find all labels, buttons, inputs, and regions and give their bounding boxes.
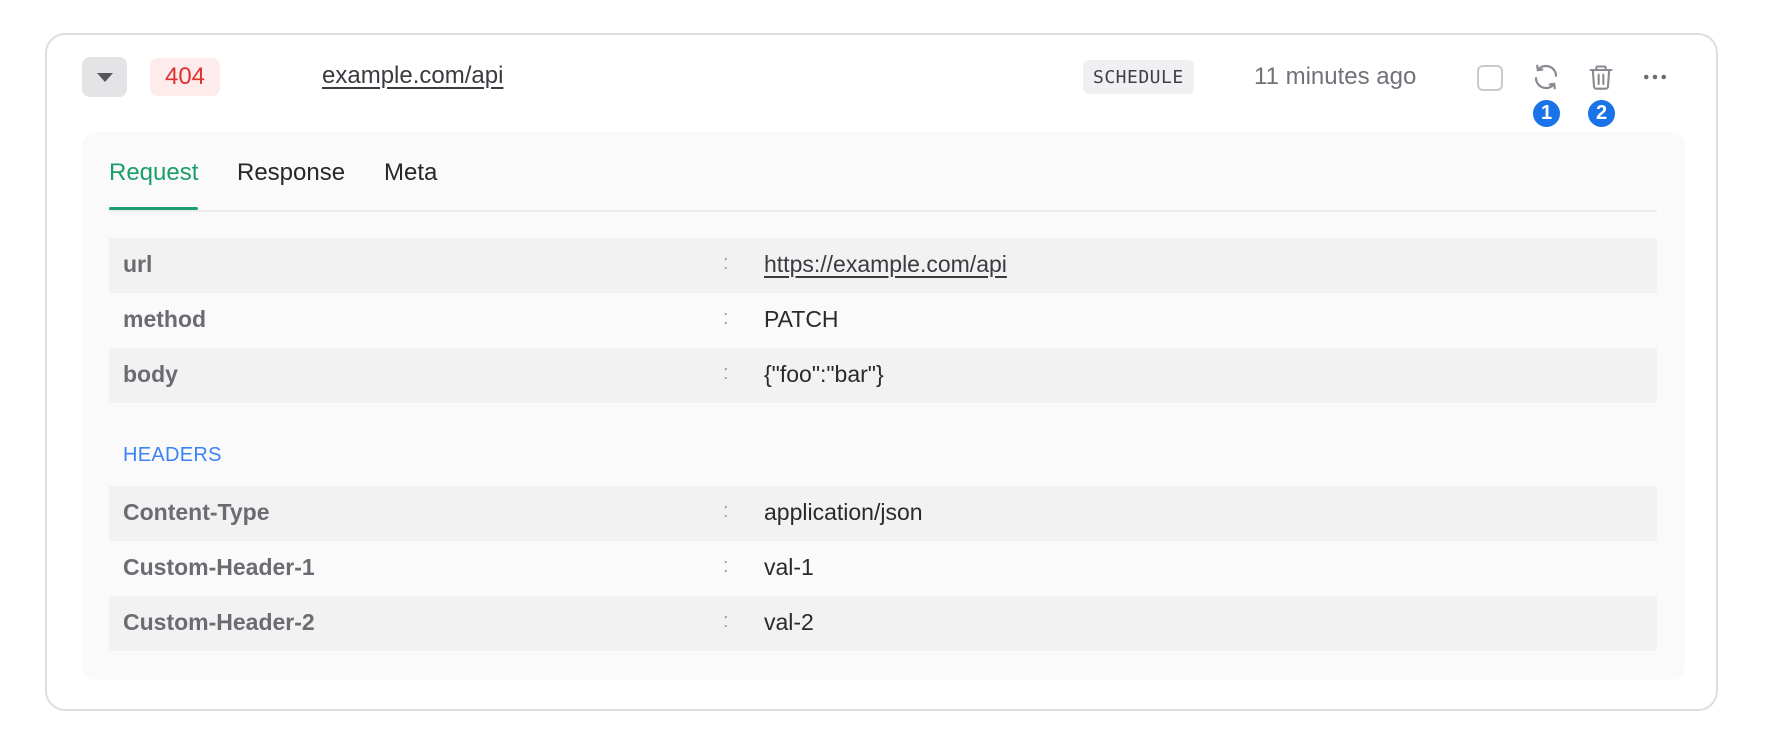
field-separator: : — [723, 362, 729, 384]
header-value: val-1 — [764, 554, 814, 580]
header-value: val-2 — [764, 609, 814, 635]
more-options-button[interactable] — [1637, 59, 1673, 95]
field-row-body: body : {"foo":"bar"} — [109, 348, 1657, 403]
ellipsis-icon — [1644, 74, 1666, 80]
field-separator: : — [723, 252, 729, 274]
header-key: Custom-Header-1 — [123, 554, 315, 580]
field-value: PATCH — [764, 306, 839, 332]
header-value: application/json — [764, 499, 923, 525]
refresh-icon — [1534, 64, 1558, 90]
field-key: method — [123, 306, 207, 332]
field-separator: : — [723, 307, 729, 329]
marker-badge-1: 1 — [1531, 98, 1562, 129]
details-panel: Request Response Meta url : https://exam… — [82, 132, 1685, 680]
tab-request[interactable]: Request — [109, 159, 199, 210]
header-row-custom-2: Custom-Header-2 : val-2 — [109, 596, 1657, 651]
delete-button[interactable] — [1583, 59, 1619, 95]
tab-bar: Request Response Meta — [109, 132, 1657, 212]
header-row-custom-1: Custom-Header-1 : val-1 — [109, 541, 1657, 596]
field-row-url: url : https://example.com/api — [109, 238, 1657, 293]
status-badge: 404 — [150, 58, 220, 96]
expand-toggle-button[interactable] — [82, 57, 127, 97]
log-header[interactable]: 404 example.com/api SCHEDULE 11 minutes … — [47, 35, 1716, 135]
header-key: Content-Type — [123, 499, 270, 525]
header-separator: : — [723, 610, 729, 632]
field-key: body — [123, 361, 178, 387]
type-badge: SCHEDULE — [1083, 60, 1194, 94]
header-key: Custom-Header-2 — [123, 609, 315, 635]
headers-section-label: HEADERS — [123, 444, 222, 466]
tab-response[interactable]: Response — [237, 159, 345, 187]
marker-badge-2: 2 — [1586, 98, 1617, 129]
field-value: {"foo":"bar"} — [764, 361, 884, 387]
caret-down-icon — [96, 72, 113, 82]
header-separator: : — [723, 555, 729, 577]
select-checkbox[interactable] — [1477, 65, 1503, 91]
timestamp: 11 minutes ago — [1254, 63, 1417, 90]
header-separator: : — [723, 500, 729, 522]
header-row-content-type: Content-Type : application/json — [109, 486, 1657, 541]
log-url-link[interactable]: example.com/api — [322, 62, 503, 90]
tab-meta[interactable]: Meta — [384, 159, 437, 187]
log-card: 404 example.com/api SCHEDULE 11 minutes … — [45, 33, 1718, 711]
trash-icon — [1589, 65, 1613, 90]
field-value-link[interactable]: https://example.com/api — [764, 251, 1007, 278]
field-row-method: method : PATCH — [109, 293, 1657, 348]
field-key: url — [123, 251, 153, 277]
retry-button[interactable] — [1528, 59, 1564, 95]
